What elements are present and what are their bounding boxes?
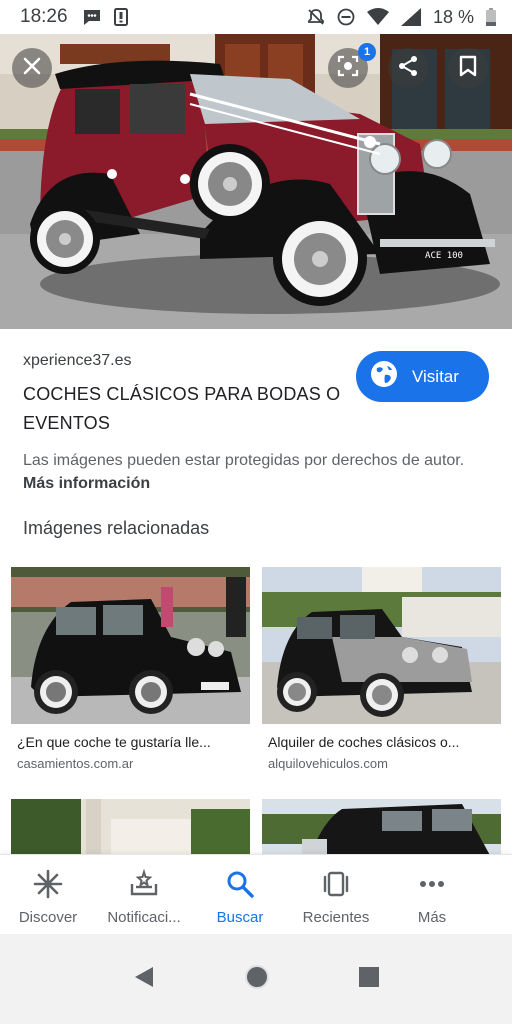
overview-square-icon — [359, 966, 379, 987]
close-icon — [23, 57, 41, 80]
back-triangle-icon — [135, 966, 153, 987]
visit-button[interactable]: Visitar — [356, 351, 489, 402]
nav-label: Más — [417, 909, 447, 926]
share-icon — [397, 55, 419, 82]
lens-badge: 1 — [358, 43, 376, 61]
discover-icon — [33, 869, 63, 903]
nav-label: Notificaci... — [107, 909, 181, 926]
license-plate: ACE 100 — [425, 251, 463, 261]
share-button[interactable] — [388, 48, 428, 88]
result-source[interactable]: xperience37.es — [23, 352, 132, 370]
bottom-navigation: Discover Notificaci... Buscar Recientes … — [0, 854, 512, 934]
related-image-domain: casamientos.com.ar — [17, 756, 134, 771]
status-time: 18:26 — [20, 6, 68, 27]
visit-label: Visitar — [412, 366, 459, 386]
related-image-domain: alquilovehiculos.com — [268, 756, 388, 771]
hero-image[interactable]: ACE 100 1 — [0, 34, 512, 329]
copyright-text: Las imágenes pueden estar protegidas por… — [23, 452, 465, 469]
back-button[interactable] — [131, 964, 157, 995]
notifications-icon — [129, 868, 159, 903]
nav-label: Discover — [18, 909, 78, 926]
bookmark-icon — [459, 55, 477, 82]
nav-discover[interactable]: Discover — [0, 855, 96, 935]
related-image-caption: Alquiler de coches clásicos o... — [268, 734, 460, 750]
battery-icon — [486, 8, 496, 26]
related-image-caption: ¿En que coche te gustaría lle... — [17, 734, 211, 750]
nav-label: Recientes — [302, 909, 370, 926]
close-button[interactable] — [12, 48, 52, 88]
recents-icon — [321, 869, 351, 903]
wifi-icon — [366, 8, 389, 26]
nav-label: Buscar — [216, 909, 264, 926]
system-navigation-bar — [0, 934, 512, 1024]
result-title[interactable]: COCHES CLÁSICOS PARA BODAS O EVENTOS — [23, 380, 343, 438]
related-image-card[interactable]: Alquiler de coches clásicos o... alquilo… — [262, 567, 501, 771]
home-button[interactable] — [243, 963, 271, 996]
signal-icon — [400, 8, 421, 26]
overview-button[interactable] — [357, 965, 381, 994]
nav-notifications[interactable]: Notificaci... — [96, 855, 192, 935]
do-not-disturb-icon — [337, 8, 355, 26]
nav-search[interactable]: Buscar — [192, 855, 288, 935]
sim-card-icon — [113, 8, 128, 26]
more-icon — [417, 869, 447, 903]
status-bar: 18:26 18 % — [0, 0, 512, 34]
copyright-notice: Las imágenes pueden estar protegidas por… — [23, 449, 483, 495]
home-circle-icon — [245, 964, 269, 989]
battery-label: 18 % — [432, 6, 474, 27]
search-icon — [225, 869, 255, 903]
more-info-link[interactable]: Más información — [23, 475, 150, 492]
related-image-thumbnail — [11, 567, 250, 724]
nav-more[interactable]: Más — [384, 855, 480, 935]
save-button[interactable] — [448, 48, 488, 88]
nav-recents[interactable]: Recientes — [288, 855, 384, 935]
globe-icon — [369, 359, 399, 394]
mute-icon — [307, 8, 325, 26]
related-image-thumbnail — [262, 567, 501, 724]
related-images-heading: Imágenes relacionadas — [23, 518, 210, 538]
chat-notification-icon — [82, 8, 102, 26]
related-image-card[interactable]: ¿En que coche te gustaría lle... casamie… — [11, 567, 250, 771]
classic-car-photo: ACE 100 — [0, 34, 512, 329]
lens-icon — [337, 55, 359, 82]
